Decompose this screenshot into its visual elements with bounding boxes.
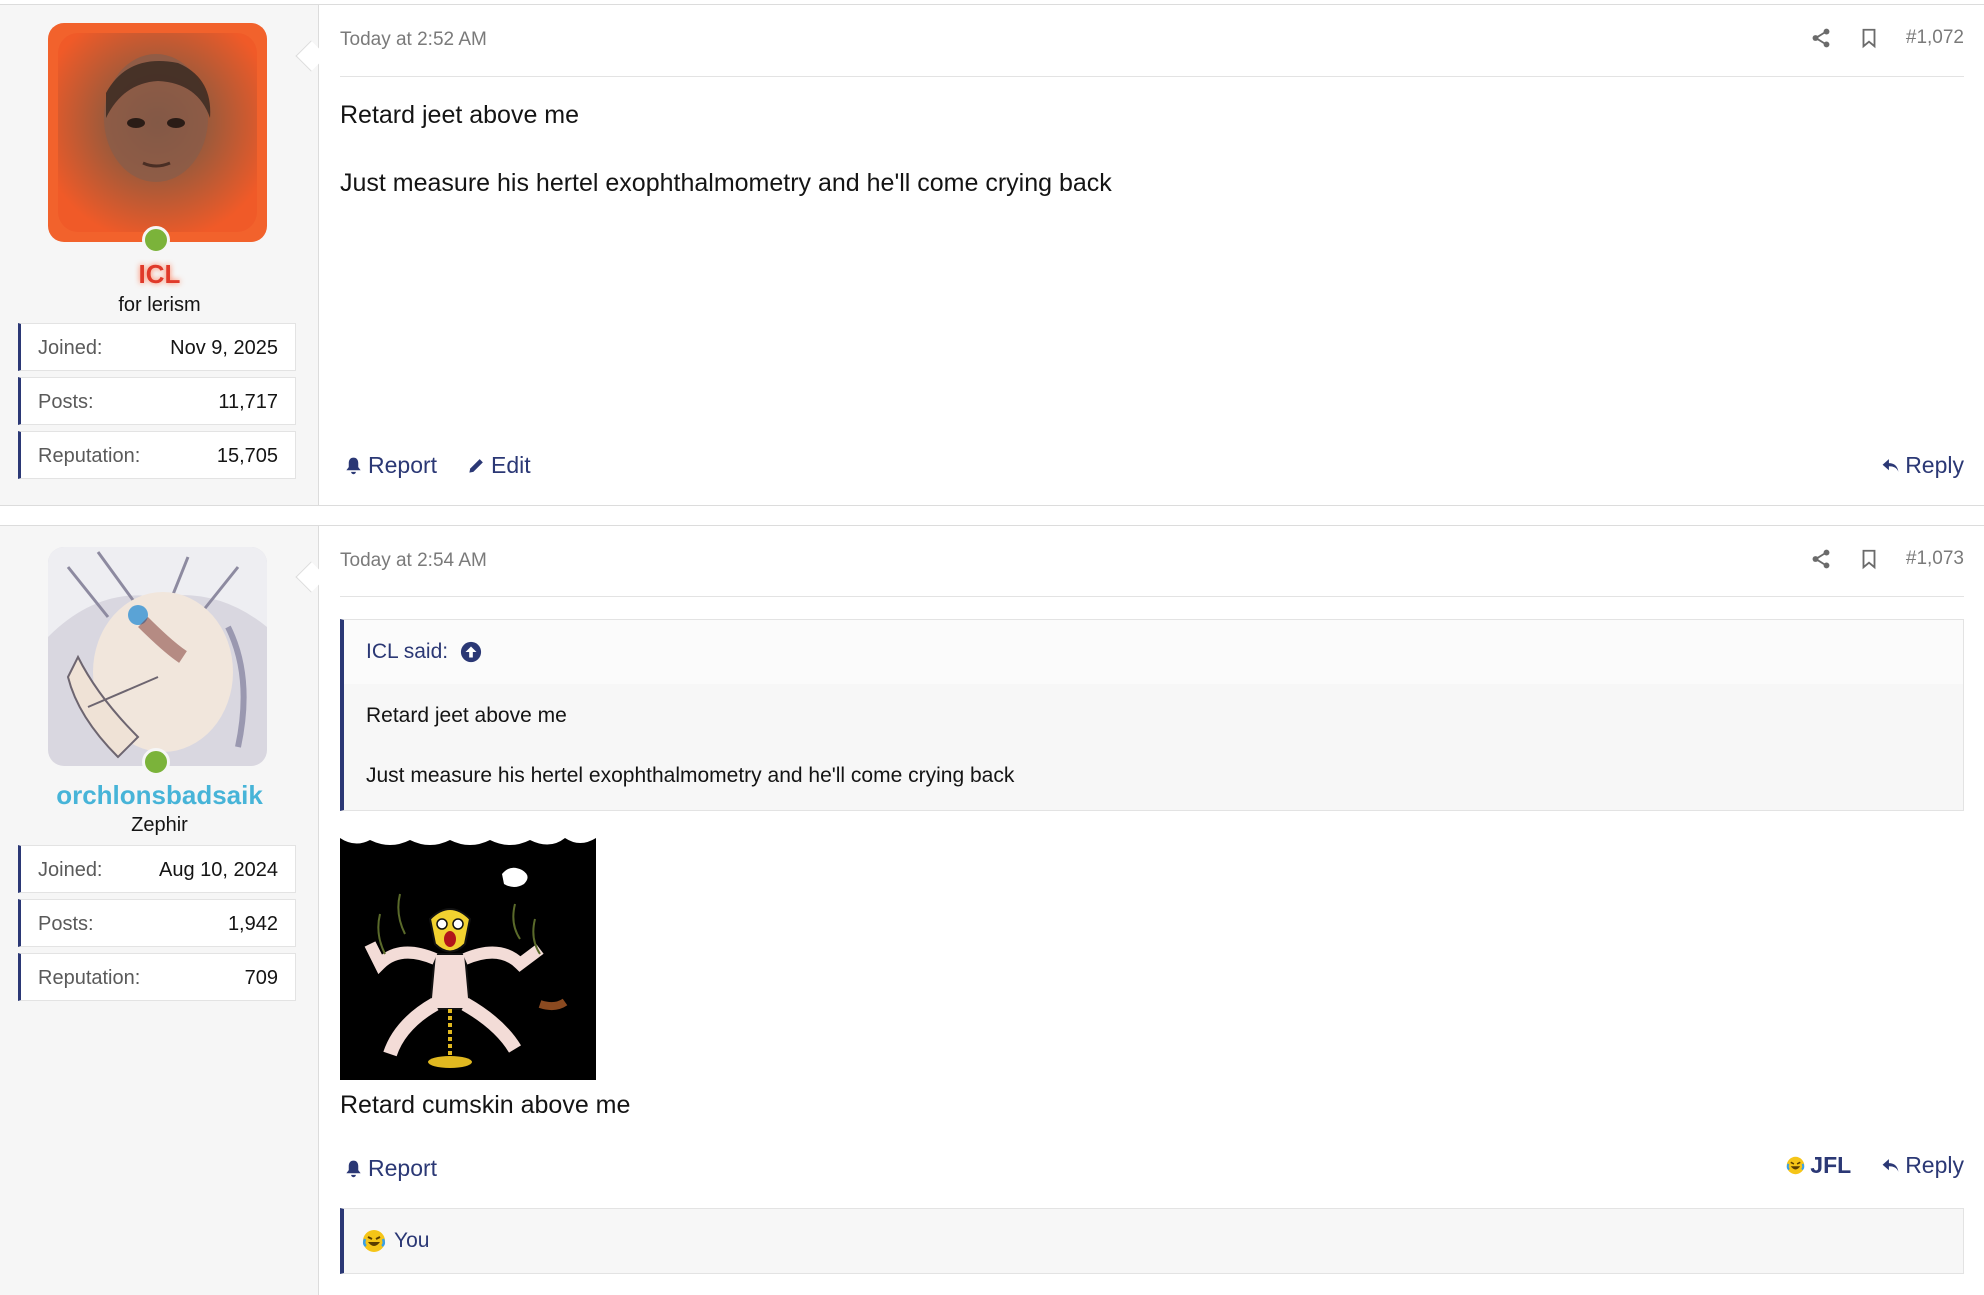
stat-reputation: Reputation: 15,705 xyxy=(18,431,296,479)
stat-label: Reputation: xyxy=(38,967,141,989)
reply-label: Reply xyxy=(1905,452,1964,478)
quote-line: Retard jeet above me xyxy=(366,704,567,727)
user-cell: orchlonsbadsaik Zephir Joined: Aug 10, 2… xyxy=(0,526,319,1295)
username[interactable]: ICL xyxy=(0,259,319,290)
report-label: Report xyxy=(368,452,438,478)
online-indicator xyxy=(142,748,170,776)
post-main: Today at 2:52 AM #1,072 Retard jeet abov… xyxy=(340,5,1964,505)
stat-label: Posts: xyxy=(38,391,94,413)
user-cell: ICL for lerism Joined: Nov 9, 2025 Posts… xyxy=(0,5,319,505)
post-1073: orchlonsbadsaik Zephir Joined: Aug 10, 2… xyxy=(0,525,1984,1295)
stat-value: 15,705 xyxy=(216,445,278,467)
share-icon[interactable] xyxy=(1810,27,1832,49)
laughing-crying-emoji-icon xyxy=(362,1230,386,1252)
online-indicator xyxy=(142,226,170,254)
bookmark-icon[interactable] xyxy=(1858,548,1880,570)
stat-posts: Posts: 1,942 xyxy=(18,899,296,947)
quote-line: Just measure his hertel exophthalmometry… xyxy=(366,764,1015,787)
user-title: Zephir xyxy=(131,814,188,836)
post-number[interactable]: #1,072 xyxy=(1906,27,1964,49)
post-header: Today at 2:54 AM #1,073 xyxy=(340,526,1964,597)
report-label: Report xyxy=(368,1155,438,1181)
quote-block: ICL said: Retard jeet above me Just meas… xyxy=(340,619,1964,811)
post-text-line: Just measure his hertel exophthalmometry… xyxy=(340,169,1112,197)
post-1072: ICL for lerism Joined: Nov 9, 2025 Posts… xyxy=(0,4,1984,506)
avatar[interactable] xyxy=(48,547,267,766)
reactions-list[interactable]: You xyxy=(394,1229,429,1253)
user-title: for lerism xyxy=(118,294,201,316)
reply-button[interactable]: Reply xyxy=(1881,452,1964,479)
post-text-line: Retard jeet above me xyxy=(340,101,580,129)
reply-icon xyxy=(1882,459,1899,472)
post-header: Today at 2:52 AM #1,072 xyxy=(340,5,1964,77)
username[interactable]: orchlonsbadsaik xyxy=(0,780,319,811)
post-text: Retard cumskin above me xyxy=(340,1091,631,1119)
stat-label: Posts: xyxy=(38,913,94,935)
stat-value: 11,717 xyxy=(218,391,278,413)
bell-icon xyxy=(346,1160,361,1178)
report-button[interactable]: Report xyxy=(344,452,437,479)
stat-joined: Joined: Nov 9, 2025 xyxy=(18,323,296,371)
quote-header[interactable]: ICL said: xyxy=(344,620,1963,684)
stat-label: Joined: xyxy=(38,859,103,881)
reply-icon xyxy=(1882,1159,1899,1172)
laughing-crying-emoji-icon xyxy=(1787,1156,1805,1175)
bookmark-icon[interactable] xyxy=(1858,27,1880,49)
reply-button[interactable]: Reply xyxy=(1881,1152,1964,1179)
post-main: Today at 2:54 AM #1,073 ICL said: Retard… xyxy=(340,526,1964,1295)
edit-button[interactable]: Edit xyxy=(467,452,531,479)
pencil-icon xyxy=(469,459,483,473)
avatar[interactable] xyxy=(48,23,267,242)
reactions-bar[interactable]: You xyxy=(340,1208,1964,1274)
reply-label: Reply xyxy=(1905,1152,1964,1178)
jfl-react-button[interactable]: JFL xyxy=(1786,1152,1851,1179)
post-date[interactable]: Today at 2:52 AM xyxy=(340,29,487,51)
stat-posts: Posts: 11,717 xyxy=(18,377,296,425)
stat-value: Nov 9, 2025 xyxy=(170,337,278,359)
stat-value: 1,942 xyxy=(227,913,278,935)
bell-icon xyxy=(346,457,361,475)
stat-value: 709 xyxy=(244,967,278,989)
edit-label: Edit xyxy=(491,452,531,478)
post-date[interactable]: Today at 2:54 AM xyxy=(340,550,487,572)
report-button[interactable]: Report xyxy=(344,1155,437,1182)
quote-author[interactable]: ICL said: xyxy=(366,640,448,664)
jfl-label: JFL xyxy=(1810,1152,1852,1178)
stat-joined: Joined: Aug 10, 2024 xyxy=(18,845,296,893)
stat-label: Reputation: xyxy=(38,445,141,467)
share-icon[interactable] xyxy=(1810,548,1832,570)
stat-reputation: Reputation: 709 xyxy=(18,953,296,1001)
stat-label: Joined: xyxy=(38,337,103,359)
meme-image[interactable] xyxy=(340,824,596,1080)
post-number[interactable]: #1,073 xyxy=(1906,548,1964,570)
arrow-up-circle-icon[interactable] xyxy=(460,641,482,663)
stat-value: Aug 10, 2024 xyxy=(159,859,278,881)
